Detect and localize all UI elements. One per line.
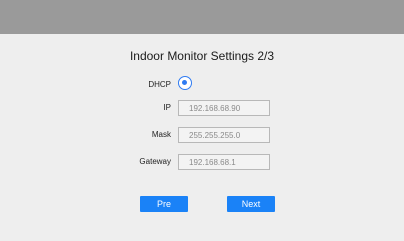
mask-label: Mask (151, 130, 171, 139)
ip-label: IP (163, 103, 171, 112)
gateway-label: Gateway (139, 157, 171, 166)
next-button[interactable]: Next (227, 196, 275, 212)
dhcp-label: DHCP (148, 80, 171, 89)
dhcp-radio-dot (182, 80, 187, 85)
ip-field[interactable] (178, 100, 270, 116)
gateway-field[interactable] (178, 154, 270, 170)
mask-field[interactable] (178, 127, 270, 143)
page-title: Indoor Monitor Settings 2/3 (129, 49, 275, 63)
pre-button[interactable]: Pre (140, 196, 188, 212)
dhcp-radio[interactable] (178, 76, 192, 90)
top-bar (0, 0, 404, 34)
